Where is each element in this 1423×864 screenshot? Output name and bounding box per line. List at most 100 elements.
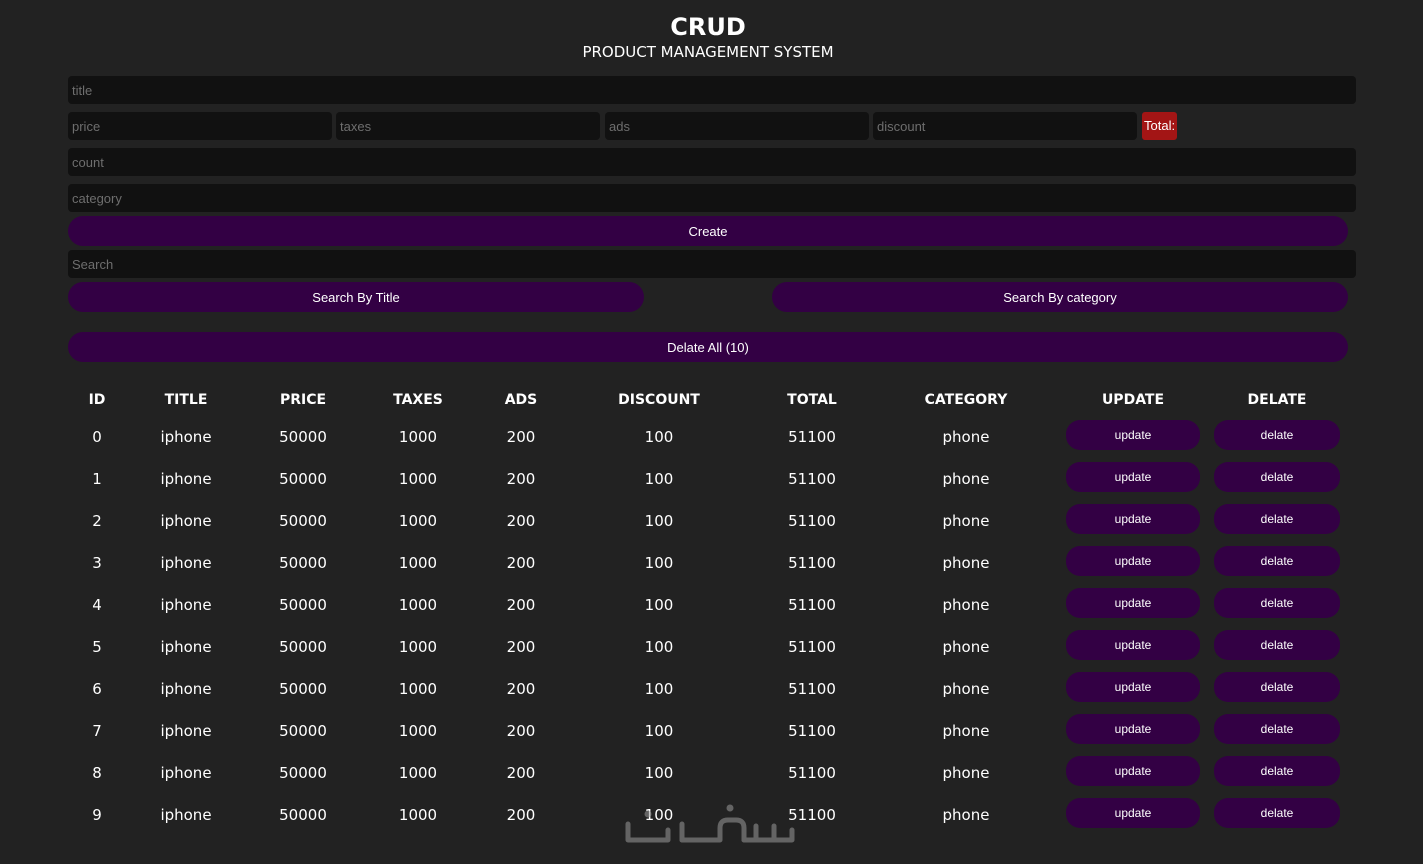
cell-delete: delate bbox=[1206, 794, 1348, 836]
delete-button[interactable]: delate bbox=[1214, 798, 1340, 828]
cell-discount: 100 bbox=[644, 470, 674, 488]
update-button[interactable]: update bbox=[1066, 546, 1200, 576]
update-button[interactable]: update bbox=[1066, 588, 1200, 618]
cell-taxes: 1000 bbox=[398, 806, 438, 824]
cell-id: 7 bbox=[92, 722, 102, 740]
cell-category: phone bbox=[942, 638, 990, 656]
cell-taxes: 1000 bbox=[398, 596, 438, 614]
update-button[interactable]: update bbox=[1066, 630, 1200, 660]
title-input[interactable] bbox=[68, 76, 1356, 104]
column-header-taxes: TAXES bbox=[393, 392, 443, 408]
cell-ads: 200 bbox=[506, 680, 536, 698]
delete-button[interactable]: delate bbox=[1214, 462, 1340, 492]
search-input[interactable] bbox=[68, 250, 1356, 278]
cell-taxes: 1000 bbox=[398, 680, 438, 698]
create-button[interactable]: Create bbox=[68, 216, 1348, 246]
cell-title: iphone bbox=[160, 596, 212, 614]
cell-discount: 100 bbox=[644, 638, 674, 656]
cell-category: phone bbox=[942, 554, 990, 572]
page-subtitle: PRODUCT MANAGEMENT SYSTEM bbox=[582, 43, 834, 61]
column-header-category: CATEGORY bbox=[924, 392, 1008, 408]
products-table: ID TITLE PRICE TAXES ADS DISCOUNT TOTAL … bbox=[68, 384, 1348, 836]
cell-price: 50000 bbox=[279, 554, 327, 572]
cell-delete: delate bbox=[1206, 500, 1348, 542]
delete-button[interactable]: delate bbox=[1214, 756, 1340, 786]
cell-ads: 200 bbox=[506, 722, 536, 740]
delete-button[interactable]: delate bbox=[1214, 546, 1340, 576]
cell-price: 50000 bbox=[279, 470, 327, 488]
table-row: 5 iphone 50000 1000 200 100 51100 phone update de… bbox=[68, 626, 1348, 668]
cell-category: phone bbox=[942, 680, 990, 698]
search-by-title-button[interactable]: Search By Title bbox=[68, 282, 644, 312]
delete-all-button[interactable]: Delate All (10) bbox=[68, 332, 1348, 362]
update-button[interactable]: update bbox=[1066, 714, 1200, 744]
cell-taxes: 1000 bbox=[398, 512, 438, 530]
cell-total: 51100 bbox=[788, 428, 836, 446]
cell-total: 51100 bbox=[788, 554, 836, 572]
page-title: CRUD bbox=[670, 13, 746, 41]
delete-button[interactable]: delate bbox=[1214, 672, 1340, 702]
cell-id: 6 bbox=[92, 680, 102, 698]
cell-ads: 200 bbox=[506, 638, 536, 656]
cell-total: 51100 bbox=[788, 680, 836, 698]
cell-update: update bbox=[1060, 458, 1206, 500]
cell-ads: 200 bbox=[506, 806, 536, 824]
update-button[interactable]: update bbox=[1066, 672, 1200, 702]
delete-button[interactable]: delate bbox=[1214, 504, 1340, 534]
table-row: 8 iphone 50000 1000 200 100 51100 phone update de… bbox=[68, 752, 1348, 794]
category-input[interactable] bbox=[68, 184, 1356, 212]
cell-title: iphone bbox=[160, 806, 212, 824]
count-input[interactable] bbox=[68, 148, 1356, 176]
cell-id: 5 bbox=[92, 638, 102, 656]
cell-id: 0 bbox=[92, 428, 102, 446]
cell-discount: 100 bbox=[644, 512, 674, 530]
cell-taxes: 1000 bbox=[398, 722, 438, 740]
crud-app: CRUD PRODUCT MANAGEMENT SYSTEM Total: Cr… bbox=[0, 0, 1423, 864]
cell-update: update bbox=[1060, 710, 1206, 752]
cell-title: iphone bbox=[160, 638, 212, 656]
update-button[interactable]: update bbox=[1066, 420, 1200, 450]
cell-discount: 100 bbox=[644, 764, 674, 782]
cell-ads: 200 bbox=[506, 470, 536, 488]
price-input[interactable] bbox=[68, 112, 332, 140]
cell-category: phone bbox=[942, 596, 990, 614]
cell-category: phone bbox=[942, 764, 990, 782]
delete-button[interactable]: delate bbox=[1214, 630, 1340, 660]
table-row: 2 iphone 50000 1000 200 100 51100 phone update de… bbox=[68, 500, 1348, 542]
update-button[interactable]: update bbox=[1066, 462, 1200, 492]
cell-id: 4 bbox=[92, 596, 102, 614]
cell-delete: delate bbox=[1206, 668, 1348, 710]
cell-price: 50000 bbox=[279, 428, 327, 446]
cell-taxes: 1000 bbox=[398, 764, 438, 782]
cell-id: 2 bbox=[92, 512, 102, 530]
column-header-total: TOTAL bbox=[787, 392, 837, 408]
discount-input[interactable] bbox=[873, 112, 1137, 140]
table-row: 1 iphone 50000 1000 200 100 51100 phone update de… bbox=[68, 458, 1348, 500]
cell-title: iphone bbox=[160, 470, 212, 488]
update-button[interactable]: update bbox=[1066, 504, 1200, 534]
cell-title: iphone bbox=[160, 554, 212, 572]
cell-ads: 200 bbox=[506, 554, 536, 572]
cell-id: 3 bbox=[92, 554, 102, 572]
column-header-price: PRICE bbox=[279, 392, 327, 408]
ads-input[interactable] bbox=[605, 112, 869, 140]
taxes-input[interactable] bbox=[336, 112, 600, 140]
total-badge: Total: bbox=[1142, 112, 1178, 140]
delete-button[interactable]: delate bbox=[1214, 588, 1340, 618]
delete-button[interactable]: delate bbox=[1214, 420, 1340, 450]
update-button[interactable]: update bbox=[1066, 798, 1200, 828]
table-row: 6 iphone 50000 1000 200 100 51100 phone update de… bbox=[68, 668, 1348, 710]
cell-category: phone bbox=[942, 470, 990, 488]
column-header-update: UPDATE bbox=[1101, 392, 1165, 408]
cell-ads: 200 bbox=[506, 428, 536, 446]
delete-button[interactable]: delate bbox=[1214, 714, 1340, 744]
cell-update: update bbox=[1060, 626, 1206, 668]
cell-title: iphone bbox=[160, 722, 212, 740]
cell-title: iphone bbox=[160, 428, 212, 446]
cell-category: phone bbox=[942, 428, 990, 446]
cell-discount: 100 bbox=[644, 722, 674, 740]
column-header-ads: ADS bbox=[504, 392, 538, 408]
search-by-category-button[interactable]: Search By category bbox=[772, 282, 1348, 312]
update-button[interactable]: update bbox=[1066, 756, 1200, 786]
cell-id: 9 bbox=[92, 806, 102, 824]
